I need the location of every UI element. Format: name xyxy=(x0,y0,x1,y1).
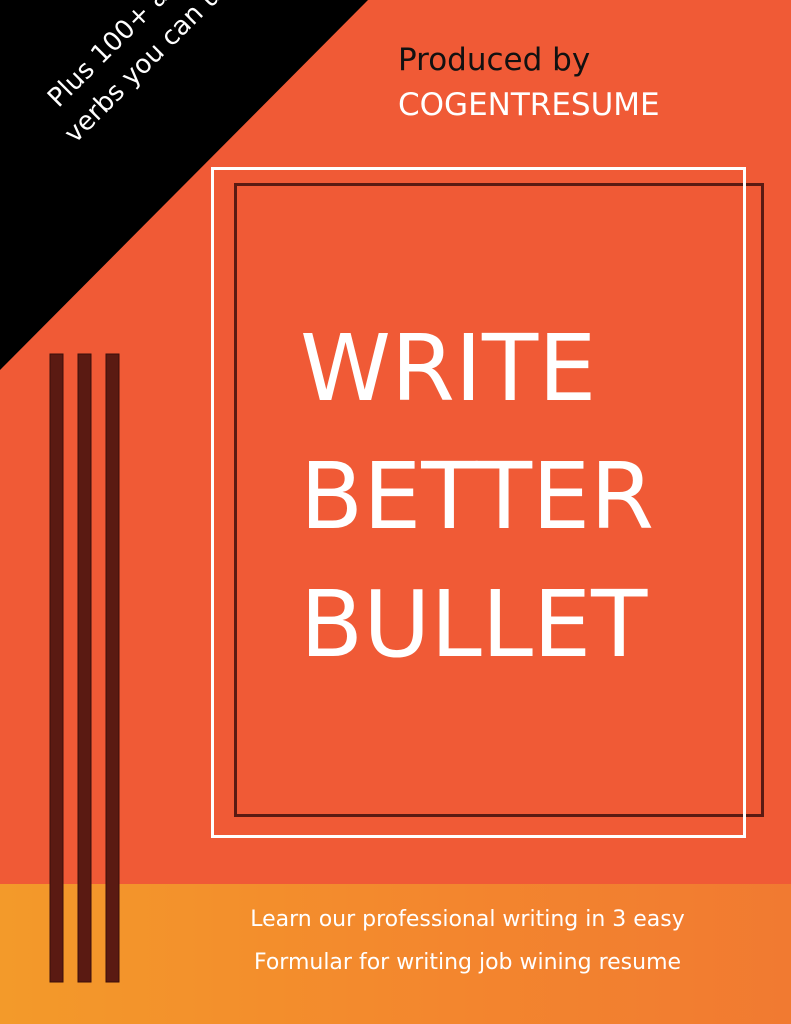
decorative-stripes xyxy=(49,353,120,983)
tagline-line-2: Formular for writing job wining resume xyxy=(253,950,682,975)
tagline-line-1: Learn our professional writing in 3 easy xyxy=(250,907,685,932)
stripe-3 xyxy=(105,353,120,983)
stripe-1 xyxy=(49,353,64,983)
book-cover: Plus 100+ action verbs you can use! Prod… xyxy=(0,0,791,1024)
stripe-2 xyxy=(77,353,92,983)
tagline: Learn our professional writing in 3 easy… xyxy=(210,898,725,984)
